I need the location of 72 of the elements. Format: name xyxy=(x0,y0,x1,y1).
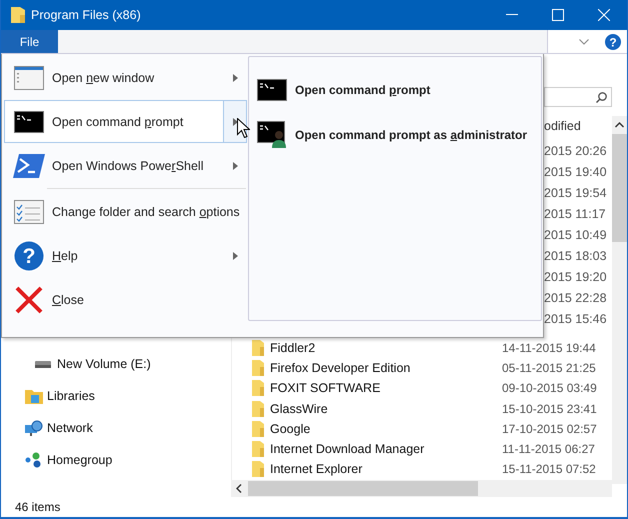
close-icon xyxy=(598,9,610,21)
search-field[interactable] xyxy=(544,87,612,107)
submenu-item[interactable]: Open command prompt as administrator xyxy=(249,112,541,157)
date-cell-text: 2015 15:46 xyxy=(544,311,607,328)
file-name[interactable]: Internet Explorer xyxy=(270,462,496,476)
column-header[interactable]: odified xyxy=(544,119,581,133)
date-cell: 11-11-2015 06:27 xyxy=(502,442,595,456)
submenu-arrow-icon xyxy=(232,252,238,260)
homegroup-icon xyxy=(25,452,43,468)
network-icon xyxy=(25,420,43,436)
drive-icon xyxy=(35,359,51,369)
close-icon xyxy=(15,286,43,314)
options-list-icon xyxy=(14,200,44,224)
date-cell: 15-11-2015 07:52 xyxy=(502,462,596,476)
file-tab[interactable]: File xyxy=(1,30,58,53)
chevron-icon[interactable] xyxy=(579,38,589,44)
window-title: Program Files (x86) xyxy=(31,8,141,22)
folder-icon xyxy=(252,461,264,478)
menu-item[interactable]: Change folder and search options xyxy=(4,190,247,233)
menu-item[interactable]: ? Help xyxy=(4,234,247,277)
folder-icon xyxy=(252,380,264,396)
date-cell: 09-10-2015 03:49 xyxy=(502,381,597,396)
date-cell-text: 2015 11:17 xyxy=(544,206,606,223)
submenu-item[interactable]: Open command prompt xyxy=(249,67,541,112)
date-cell-text: 2015 19:40 xyxy=(544,164,607,181)
maximize-icon xyxy=(552,9,564,21)
file-name[interactable]: FOXIT SOFTWARE xyxy=(270,381,496,396)
help-icon[interactable]: ? xyxy=(605,34,621,50)
date-cell-text: 2015 10:49 xyxy=(544,227,607,244)
terminal-user-icon xyxy=(257,121,287,148)
folder-icon xyxy=(252,360,264,376)
menu-item[interactable]: Close xyxy=(4,278,247,321)
submenu-arrow-icon xyxy=(232,74,238,82)
submenu-arrow-icon xyxy=(232,162,238,170)
file-name[interactable]: Firefox Developer Edition xyxy=(270,361,496,376)
date-cell: 14-11-2015 19:44 xyxy=(502,341,596,356)
minimize-icon xyxy=(506,14,518,16)
date-cell-text: 2015 22:28 xyxy=(544,290,607,307)
file-name[interactable]: Fiddler2 xyxy=(270,341,496,356)
date-cell: 05-11-2015 21:25 xyxy=(502,361,596,376)
file-name[interactable]: Internet Download Manager xyxy=(270,442,496,456)
libraries-icon xyxy=(25,388,43,404)
help-icon: ? xyxy=(14,240,44,270)
file-name[interactable]: GlassWire xyxy=(270,402,496,416)
horizontal-scrollbar[interactable] xyxy=(231,480,612,497)
nav-item[interactable]: New Volume (E:) xyxy=(1,348,231,380)
date-cell-text: 2015 20:26 xyxy=(544,143,607,160)
nav-item[interactable]: Homegroup xyxy=(1,444,231,476)
search-icon xyxy=(596,92,607,102)
date-cell-text: 2015 19:20 xyxy=(544,269,607,286)
date-cell: 17-10-2015 02:57 xyxy=(502,422,597,436)
submenu-arrow-icon xyxy=(232,118,238,126)
window-icon xyxy=(14,66,44,90)
powershell-icon xyxy=(13,152,45,178)
nav-item[interactable]: Network xyxy=(1,412,231,444)
menu-item[interactable]: Open Windows PowerShell xyxy=(4,144,247,187)
date-cell: 15-10-2015 23:41 xyxy=(502,402,597,416)
item-count: 46 items xyxy=(15,500,60,514)
nav-item[interactable]: Libraries xyxy=(1,380,231,412)
folder-icon xyxy=(252,441,264,458)
date-cell-text: 2015 18:03 xyxy=(544,248,607,265)
terminal-icon xyxy=(257,78,287,100)
folder-icon xyxy=(252,340,264,356)
file-name[interactable]: Google xyxy=(270,422,496,436)
menu-item[interactable]: Open new window xyxy=(4,56,247,99)
menu-item[interactable]: Open command prompt xyxy=(4,100,247,143)
folder-icon xyxy=(252,420,264,437)
folder-icon xyxy=(11,7,25,23)
vertical-scrollbar[interactable] xyxy=(612,116,627,484)
terminal-icon xyxy=(14,110,44,132)
folder-icon xyxy=(252,400,264,417)
date-cell-text: 2015 19:54 xyxy=(544,185,607,202)
